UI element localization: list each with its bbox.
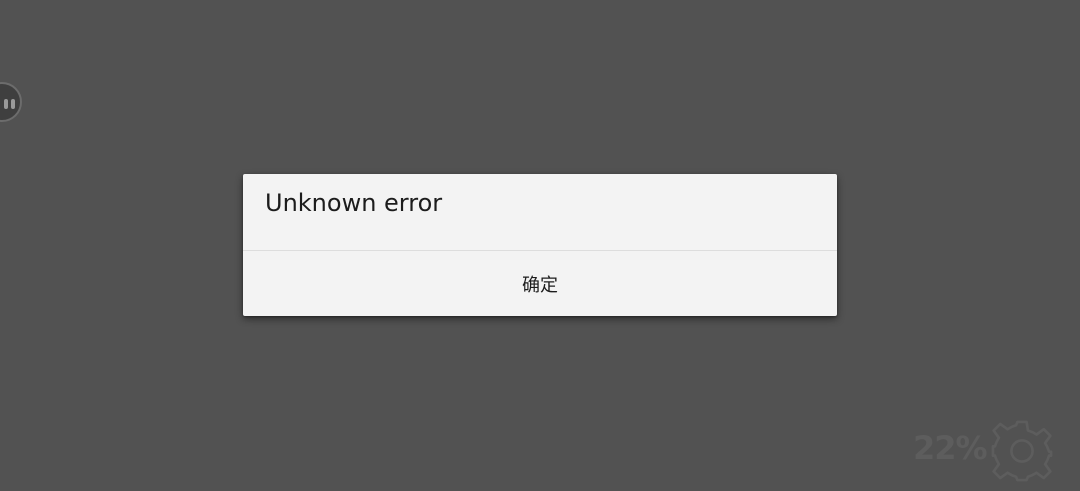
confirm-button[interactable]: 确定 — [243, 251, 837, 316]
battery-level-text: 22% — [913, 429, 988, 467]
gear-icon[interactable] — [989, 418, 1055, 484]
floating-assistant-eye-right — [11, 99, 15, 109]
floating-assistant-icon[interactable] — [0, 82, 22, 122]
floating-assistant-eye-left — [4, 99, 8, 109]
dialog-message: Unknown error — [265, 189, 443, 217]
error-dialog: Unknown error 确定 — [243, 174, 837, 316]
